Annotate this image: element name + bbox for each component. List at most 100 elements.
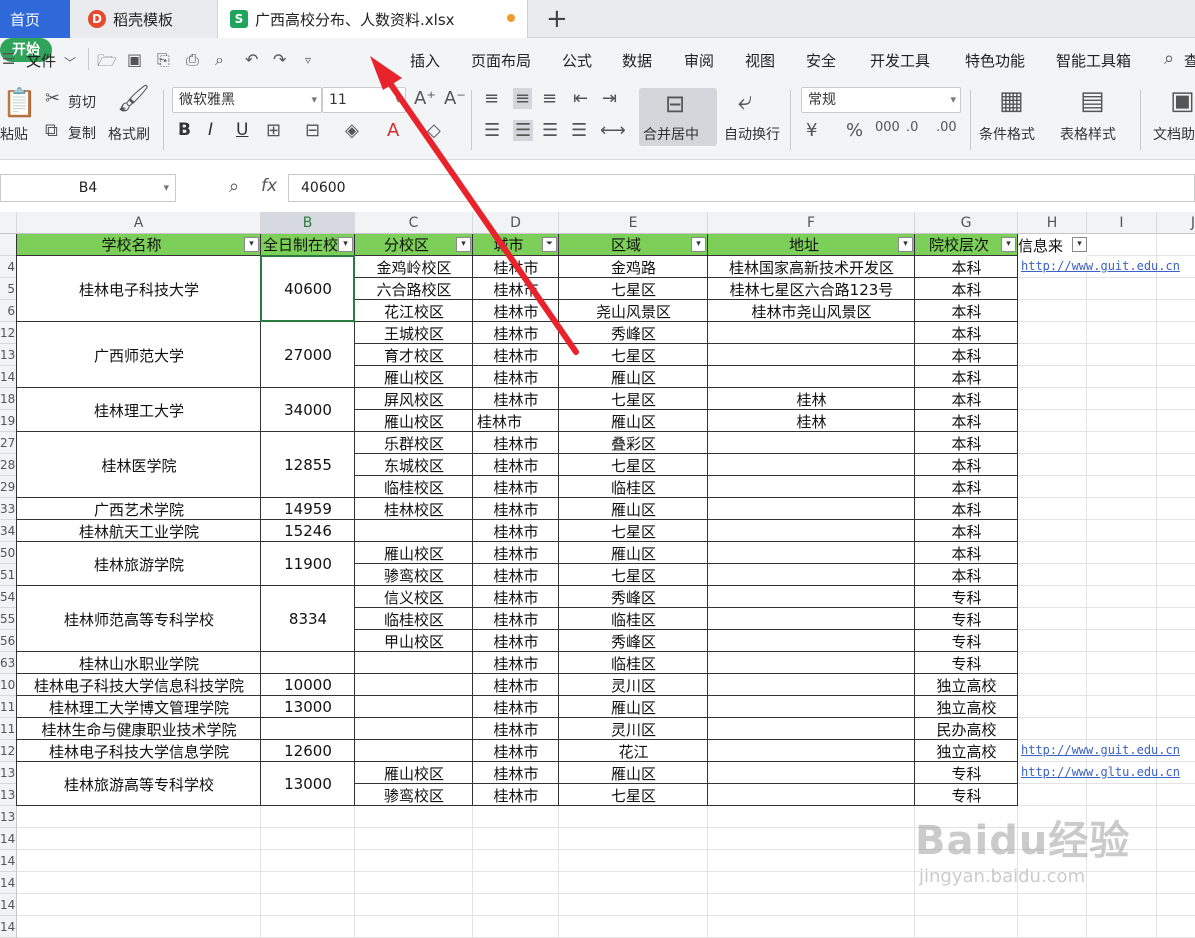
copy-icon[interactable]: ⧉ [45, 120, 58, 141]
row-header[interactable]: 142 [0, 872, 17, 894]
column-header-d[interactable]: D [473, 212, 559, 234]
scissors-icon[interactable]: ✂ [45, 88, 60, 109]
campus-cell[interactable] [355, 674, 473, 696]
district-cell[interactable]: 尧山风景区 [559, 300, 708, 322]
print-preview-icon[interactable]: ⌕ [215, 50, 224, 70]
student-count-cell[interactable]: 8334 [261, 586, 355, 652]
district-cell[interactable]: 秀峰区 [559, 322, 708, 344]
level-cell[interactable]: 本科 [915, 476, 1018, 498]
level-cell[interactable]: 本科 [915, 564, 1018, 586]
campus-cell[interactable]: 王城校区 [355, 322, 473, 344]
filter-dropdown-icon[interactable]: ▾ [244, 237, 259, 252]
district-cell[interactable]: 临桂区 [559, 608, 708, 630]
district-cell[interactable]: 七星区 [559, 784, 708, 806]
campus-cell[interactable]: 临桂校区 [355, 608, 473, 630]
student-count-cell[interactable]: 15246 [261, 520, 355, 542]
align-right-icon[interactable]: ☰ [542, 120, 558, 141]
district-cell[interactable]: 雁山区 [559, 762, 708, 784]
print-icon[interactable]: ⎙ [186, 50, 199, 70]
district-cell[interactable]: 叠彩区 [559, 432, 708, 454]
address-cell[interactable] [708, 718, 915, 740]
student-count-cell[interactable]: 12855 [261, 432, 355, 498]
address-cell[interactable] [708, 674, 915, 696]
city-cell[interactable]: 桂林市 [473, 498, 559, 520]
info-link[interactable]: http://www.gltu.edu.cn [1021, 765, 1180, 779]
address-cell[interactable]: 桂林七星区六合路123号 [708, 278, 915, 300]
undo-icon[interactable]: ↶ [245, 50, 258, 69]
distributed-icon[interactable]: ⟷ [600, 120, 626, 141]
student-count-cell[interactable]: 13000 [261, 696, 355, 718]
row-header[interactable]: 27 [0, 432, 17, 454]
address-cell[interactable] [708, 542, 915, 564]
wrap-text-button[interactable]: 自动换行 [724, 124, 780, 144]
district-cell[interactable]: 花江 [559, 740, 708, 762]
tab-template[interactable]: D 稻壳模板 [72, 0, 218, 38]
info-link[interactable]: http://www.guit.edu.cn [1021, 743, 1180, 757]
city-cell[interactable]: 桂林市 [473, 344, 559, 366]
address-cell[interactable]: 桂林国家高新技术开发区 [708, 256, 915, 278]
address-cell[interactable] [708, 498, 915, 520]
filter-dropdown-icon[interactable]: ▾ [1001, 237, 1016, 252]
row-header[interactable]: 5 [0, 278, 17, 300]
district-cell[interactable]: 七星区 [559, 454, 708, 476]
number-format-select[interactable]: 常规 [801, 87, 961, 113]
address-cell[interactable] [708, 322, 915, 344]
paste-button[interactable]: 粘贴 [0, 124, 28, 144]
column-header-b[interactable]: B [261, 212, 355, 234]
table-header-cell[interactable]: 区域 ▾ [559, 234, 708, 256]
doc-assist-icon[interactable]: ▣ [1170, 86, 1195, 116]
hamburger-icon[interactable]: ☰ [2, 50, 15, 68]
district-cell[interactable]: 秀峰区 [559, 630, 708, 652]
district-cell[interactable]: 灵川区 [559, 718, 708, 740]
row-header[interactable]: 55 [0, 608, 17, 630]
thousands-icon[interactable]: 000 [875, 120, 900, 135]
outdent-icon[interactable]: ⇤ [573, 88, 588, 109]
address-cell[interactable] [708, 762, 915, 784]
conditional-format-button[interactable]: 条件格式 [979, 124, 1035, 144]
district-cell[interactable]: 金鸡路 [559, 256, 708, 278]
fx-label[interactable]: fx [261, 176, 277, 196]
level-cell[interactable]: 本科 [915, 322, 1018, 344]
decrease-decimal-icon[interactable]: .00 [936, 120, 957, 135]
city-cell[interactable]: 桂林市 [473, 454, 559, 476]
city-cell[interactable]: 桂林市 [473, 586, 559, 608]
italic-button[interactable]: I [208, 120, 213, 140]
column-header-g[interactable]: G [915, 212, 1018, 234]
campus-cell[interactable]: 桂林校区 [355, 498, 473, 520]
name-box[interactable]: B4 [0, 174, 176, 202]
city-cell[interactable]: 桂林市 [473, 256, 559, 278]
address-cell[interactable] [708, 784, 915, 806]
school-name-cell[interactable]: 桂林电子科技大学信息学院 [17, 740, 261, 762]
campus-cell[interactable] [355, 696, 473, 718]
row-header[interactable]: 63 [0, 652, 17, 674]
column-header-i[interactable]: I [1087, 212, 1157, 234]
align-center-icon[interactable]: ☰ [513, 120, 534, 141]
paste-icon[interactable]: 📋 [2, 86, 37, 119]
table-header-cell[interactable]: 院校层次 ▾ [915, 234, 1018, 256]
address-cell[interactable]: 桂林 [708, 388, 915, 410]
city-cell[interactable]: 桂林市 [473, 410, 559, 432]
city-cell[interactable]: 桂林市 [473, 696, 559, 718]
row-header[interactable]: 13 [0, 344, 17, 366]
table-header-cell[interactable]: 城市 ⏷ [473, 234, 559, 256]
font-color-icon[interactable]: A [387, 120, 399, 141]
export-icon[interactable]: ⎘ [157, 50, 170, 70]
school-name-cell[interactable]: 广西艺术学院 [17, 498, 261, 520]
level-cell[interactable]: 本科 [915, 542, 1018, 564]
filter-active-icon[interactable]: ⏷ [542, 237, 557, 252]
align-bottom-icon[interactable]: ≡ [542, 88, 557, 109]
address-cell[interactable] [708, 564, 915, 586]
campus-cell[interactable] [355, 740, 473, 762]
district-cell[interactable]: 七星区 [559, 278, 708, 300]
fill-color-icon[interactable]: ◈ [345, 120, 359, 141]
table-header-cell[interactable]: 全日制在校 ▾ [261, 234, 355, 256]
city-cell[interactable]: 桂林市 [473, 322, 559, 344]
campus-cell[interactable]: 乐群校区 [355, 432, 473, 454]
row-header[interactable]: 50 [0, 542, 17, 564]
column-header-j[interactable]: J [1157, 212, 1195, 234]
level-cell[interactable]: 本科 [915, 454, 1018, 476]
row-header[interactable]: 143 [0, 894, 17, 916]
city-cell[interactable]: 桂林市 [473, 652, 559, 674]
school-name-cell[interactable]: 桂林山水职业学院 [17, 652, 261, 674]
city-cell[interactable]: 桂林市 [473, 520, 559, 542]
